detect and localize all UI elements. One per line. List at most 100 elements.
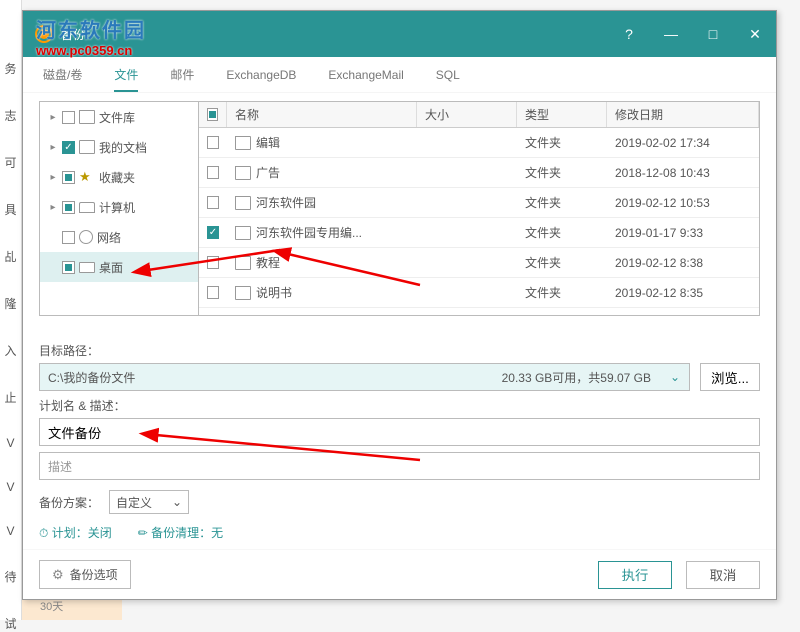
file-row[interactable]: 河东软件园文件夹2019-02-12 10:53 [199,188,759,218]
tree-item-desk[interactable]: 桌面 [40,252,198,282]
file-name: 说明书 [256,284,292,301]
scheme-label: 备份方案： [39,494,99,511]
close-button[interactable]: ✕ [734,11,776,57]
tree-checkbox[interactable] [62,171,75,184]
scheme-value: 自定义 [116,494,152,511]
tab-file[interactable]: 文件 [114,58,138,91]
folder-icon [235,256,251,270]
row-checkbox[interactable] [207,286,219,299]
source-tabs: 磁盘/卷 文件 邮件 ExchangeDB ExchangeMail SQL [23,57,776,93]
minimize-button[interactable]: — [650,11,692,57]
tree-item-doc[interactable]: ▸ ✓ 我的文档 [40,132,198,162]
schedule-status[interactable]: ⏱ 计划：关闭 [39,524,112,541]
tree-checkbox[interactable] [62,261,75,274]
desk-icon [79,262,95,273]
tree-item-pc[interactable]: ▸ 计算机 [40,192,198,222]
target-path-value: C:\我的备份文件 [40,369,492,386]
row-checkbox[interactable] [207,166,219,179]
tab-disk[interactable]: 磁盘/卷 [43,58,82,91]
file-type: 文件夹 [517,224,607,241]
folder-tree: ▸文件库▸✓我的文档▸★收藏夹▸计算机网络桌面 [39,101,199,316]
doc-icon [79,140,95,154]
col-header-date[interactable]: 修改日期 [607,102,759,127]
tree-item-folder[interactable]: ▸文件库 [40,102,198,132]
expand-icon[interactable]: ▸ [48,142,58,153]
expand-icon[interactable]: ▸ [48,202,58,213]
tab-sql[interactable]: SQL [436,60,460,90]
plan-name-input[interactable] [39,418,760,446]
file-row[interactable]: 编辑 文件夹2019-02-02 17:34 [199,128,759,158]
gear-icon: ⚙ [52,567,64,583]
background-bottom-text: 30天 [40,598,63,614]
file-type: 文件夹 [517,284,607,301]
file-list-header: 名称 大小 类型 修改日期 [199,102,759,128]
file-row[interactable]: 说明书文件夹2019-02-12 8:35 [199,278,759,308]
tree-item-net[interactable]: 网络 [40,222,198,252]
tree-item-label: 网络 [97,229,121,246]
tree-item-label: 我的文档 [99,139,147,156]
col-header-name[interactable]: 名称 [227,102,417,127]
target-path-field[interactable]: C:\我的备份文件 20.33 GB可用，共59.07 GB ⌄ [39,363,690,391]
target-path-label: 目标路径： [39,336,760,363]
tree-checkbox[interactable] [62,201,75,214]
expand-icon[interactable]: ▸ [48,112,58,123]
tab-exchangemail[interactable]: ExchangeMail [328,60,403,90]
titlebar: 备份 ? — □ ✕ [23,11,776,57]
file-list: 名称 大小 类型 修改日期 编辑文件夹2019-02-02 17:34广告文件夹… [199,101,760,316]
file-name: 广告 [256,164,280,181]
plan-name-label: 计划名 & 描述： [39,391,760,418]
window-title: 备份 [61,26,85,43]
file-row[interactable]: ✓河东软件园专用编...文件夹2019-01-17 9:33 [199,218,759,248]
folder-icon [235,136,251,150]
clock-icon: ⏱ [39,526,48,540]
col-header-size[interactable]: 大小 [417,102,517,127]
cleanup-status[interactable]: ✏ 备份清理：无 [138,524,223,541]
target-space-info: 20.33 GB可用，共59.07 GB [492,369,661,386]
folder-icon [235,196,251,210]
file-row[interactable]: 教程文件夹2019-02-12 8:38 [199,248,759,278]
file-type: 文件夹 [517,164,607,181]
tree-item-label: 计算机 [99,199,135,216]
maximize-button[interactable]: □ [692,11,734,57]
row-checkbox[interactable] [207,256,219,269]
folder-icon [79,110,95,124]
header-checkbox[interactable] [207,108,218,121]
chevron-down-icon: ⌄ [172,495,182,509]
star-icon: ★ [79,170,95,184]
file-date: 2019-01-17 9:33 [607,226,759,240]
file-row[interactable]: 广告 文件夹2018-12-08 10:43 [199,158,759,188]
browse-button[interactable]: 浏览... [700,363,760,391]
file-name: 教程 [256,254,280,271]
row-checkbox[interactable]: ✓ [207,226,219,239]
app-icon [35,25,53,43]
folder-icon [235,166,251,180]
chevron-down-icon[interactable]: ⌄ [661,370,689,384]
file-date: 2019-02-02 17:34 [607,136,759,150]
row-checkbox[interactable] [207,196,219,209]
scheme-select[interactable]: 自定义 ⌄ [109,490,189,514]
col-header-type[interactable]: 类型 [517,102,607,127]
cancel-button[interactable]: 取消 [686,561,760,589]
tree-checkbox[interactable] [62,231,75,244]
eraser-icon: ✏ [138,526,148,540]
tree-item-star[interactable]: ▸ ★ 收藏夹 [40,162,198,192]
help-button[interactable]: ? [608,11,650,57]
file-name: 编辑 [256,134,280,151]
file-type: 文件夹 [517,134,607,151]
folder-icon [235,226,251,240]
tab-exchangedb[interactable]: ExchangeDB [226,60,296,90]
run-button[interactable]: 执行 [598,561,672,589]
tree-checkbox[interactable]: ✓ [62,141,75,154]
backup-options-button[interactable]: ⚙ 备份选项 [39,560,131,589]
tree-item-label: 收藏夹 [99,169,135,186]
file-date: 2018-12-08 10:43 [607,166,759,180]
background-left-strip: 务志可具乩隆入止VVV待试 [0,0,22,620]
expand-icon[interactable]: ▸ [48,172,58,183]
file-date: 2019-02-12 10:53 [607,196,759,210]
plan-desc-input[interactable]: 描述 [39,452,760,480]
net-icon [79,230,93,244]
row-checkbox[interactable] [207,136,219,149]
file-name: 河东软件园 [256,194,316,211]
tab-mail[interactable]: 邮件 [170,58,194,91]
tree-checkbox[interactable] [62,111,75,124]
